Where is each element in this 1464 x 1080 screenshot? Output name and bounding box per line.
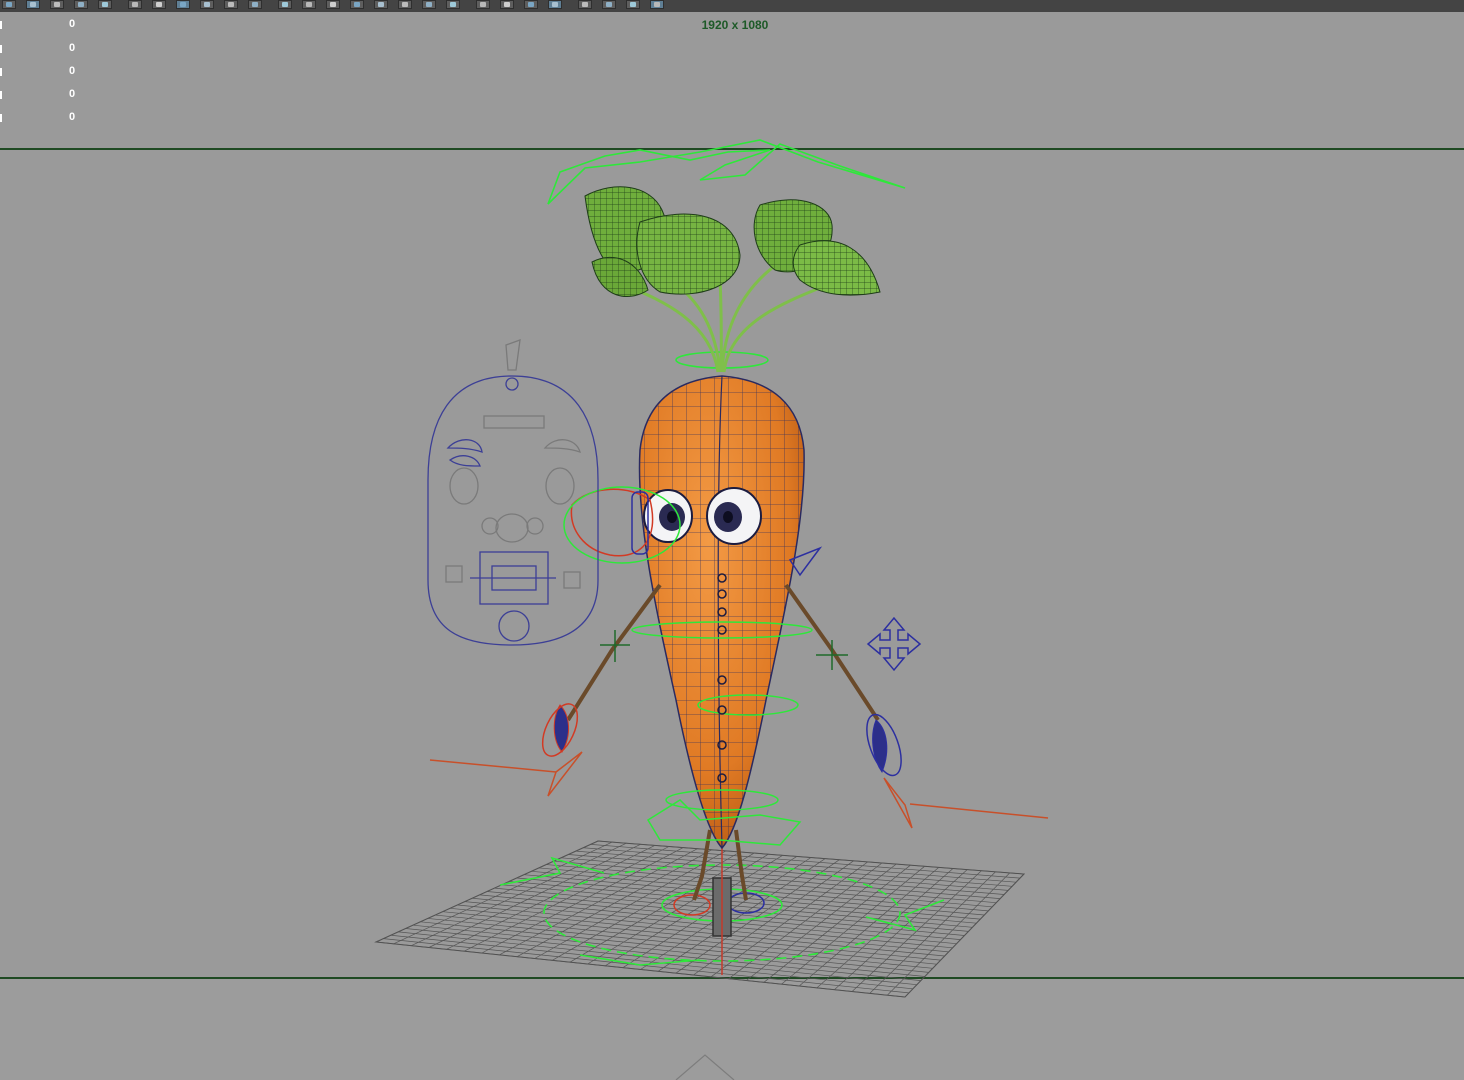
carrot-body[interactable] (638, 375, 805, 850)
move-manipulator-icon (866, 616, 922, 672)
view-cube-hint (675, 1054, 735, 1080)
grid-line (597, 840, 1025, 875)
grid-line (887, 872, 1011, 996)
carrot-leaves (584, 186, 881, 373)
facial-picker[interactable] (427, 339, 599, 646)
viewport-3d-scene[interactable] (0, 0, 1464, 1080)
ground-grid (374, 840, 1026, 998)
